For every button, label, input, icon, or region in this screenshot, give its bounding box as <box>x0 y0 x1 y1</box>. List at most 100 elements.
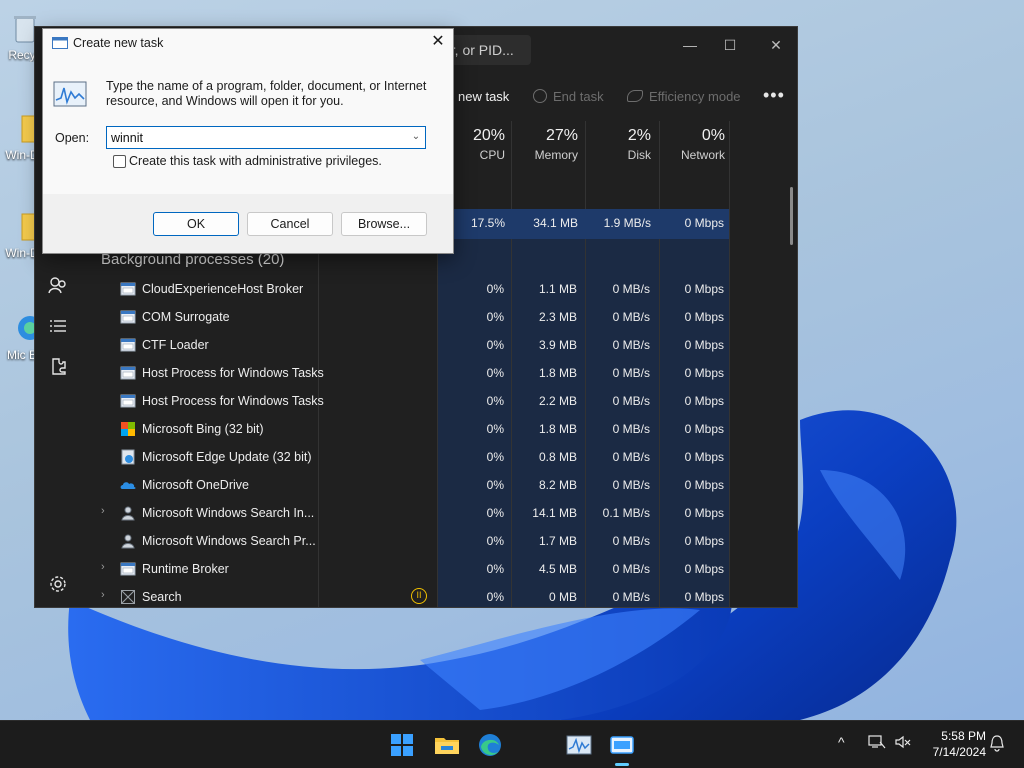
process-name: CTF Loader <box>142 338 209 352</box>
column-header-network[interactable]: 0% Network <box>661 127 725 162</box>
network-value: 0 Mbps <box>684 506 724 520</box>
run-dialog-icon <box>52 37 68 49</box>
leaf-icon <box>627 90 643 102</box>
efficiency-mode-button[interactable]: Efficiency mode <box>627 87 741 107</box>
disk-label: Disk <box>627 148 651 162</box>
active-app-indicator <box>615 763 629 766</box>
memory-value: 1.8 MB <box>538 422 577 436</box>
table-row[interactable]: › Runtime Broker 0% 4.5 MB 0 MB/s 0 Mbps <box>35 555 797 583</box>
maximize-button[interactable]: ☐ <box>715 33 745 57</box>
network-value: 0 Mbps <box>684 394 724 408</box>
network-value: 0 Mbps <box>684 450 724 464</box>
app-window-icon <box>120 393 136 409</box>
memory-value: 14.1 MB <box>532 506 577 520</box>
more-options-button[interactable]: ••• <box>763 85 785 106</box>
windows-start-icon[interactable] <box>386 729 418 761</box>
memory-value: 8.2 MB <box>538 478 577 492</box>
network-percent: 0% <box>701 127 725 144</box>
table-row[interactable]: › Search II 0% 0 MB 0 MB/s 0 Mbps <box>35 583 797 607</box>
network-label: Network <box>680 148 725 162</box>
app-window-icon <box>120 561 136 577</box>
file-explorer-icon[interactable] <box>431 729 463 761</box>
table-row[interactable]: › Microsoft Windows Search In... 0% 14.1 MB… <box>35 499 797 527</box>
show-hidden-icons-chevron[interactable]: ^ <box>838 734 845 750</box>
network-value: 0 Mbps <box>684 562 724 576</box>
search-app-icon <box>120 589 136 605</box>
disk-value: 0 MB/s <box>612 366 650 380</box>
network-value: 0 Mbps <box>684 338 724 352</box>
chevron-right-icon[interactable]: › <box>101 589 105 601</box>
efficiency-mode-label: Efficiency mode <box>649 89 741 104</box>
column-header-disk[interactable]: 2% Disk <box>587 127 651 162</box>
system-clock[interactable]: 5:58 PM 7/14/2024 <box>922 728 986 760</box>
table-row[interactable]: 17.5% 34.1 MB 1.9 MB/s 0 Mbps <box>435 209 797 239</box>
table-row[interactable]: Microsoft Windows Search Pr... 0% 1.7 MB 0 … <box>35 527 797 555</box>
memory-value: 2.3 MB <box>538 310 577 324</box>
disk-value: 0 MB/s <box>612 394 650 408</box>
browse-button[interactable]: Browse... <box>341 212 427 236</box>
cpu-value: 0% <box>486 590 504 604</box>
admin-privileges-checkbox[interactable] <box>113 155 126 168</box>
run-dialog-icon[interactable] <box>606 729 638 761</box>
table-row[interactable]: Microsoft OneDrive 0% 8.2 MB 0 MB/s 0 Mbps <box>35 471 797 499</box>
memory-value: 2.2 MB <box>538 394 577 408</box>
disk-value: 0 MB/s <box>612 450 650 464</box>
open-label: Open: <box>55 131 90 145</box>
network-value: 0 Mbps <box>684 422 724 436</box>
end-task-button[interactable]: End task <box>533 87 604 107</box>
table-row[interactable]: CTF Loader 0% 3.9 MB 0 MB/s 0 Mbps <box>35 331 797 359</box>
vertical-scrollbar[interactable] <box>790 187 793 245</box>
memory-value: 0.8 MB <box>538 450 577 464</box>
network-icon[interactable] <box>868 734 886 753</box>
table-row[interactable]: Microsoft Edge Update (32 bit) 0% 0.8 MB 0 … <box>35 443 797 471</box>
process-name: Runtime Broker <box>142 562 229 576</box>
disk-value: 1.9 MB/s <box>603 216 651 230</box>
dialog-title: Create new task <box>73 36 164 50</box>
process-name: Microsoft Windows Search Pr... <box>142 534 316 548</box>
edge-update-icon <box>120 449 136 465</box>
process-name: CloudExperienceHost Broker <box>142 282 304 296</box>
app-window-icon <box>120 337 136 353</box>
close-button[interactable]: ✕ <box>761 33 791 57</box>
end-task-icon <box>533 89 547 103</box>
disk-value: 0.1 MB/s <box>602 506 650 520</box>
admin-privileges-label[interactable]: Create this task with administrative pri… <box>129 154 382 168</box>
clock-time: 5:58 PM <box>941 729 986 743</box>
ok-button[interactable]: OK <box>153 212 239 236</box>
disk-value: 0 MB/s <box>612 310 650 324</box>
notification-bell-icon[interactable] <box>988 734 1006 755</box>
column-header-memory[interactable]: 27% Memory <box>513 127 578 162</box>
chevron-right-icon[interactable]: › <box>101 561 105 573</box>
table-row[interactable]: CloudExperienceHost Broker 0% 1.1 MB 0 MB/s… <box>35 275 797 303</box>
table-row[interactable]: Microsoft Bing (32 bit) 0% 1.8 MB 0 MB/s 0 M… <box>35 415 797 443</box>
disk-value: 0 MB/s <box>612 422 650 436</box>
minimize-button[interactable]: — <box>675 33 705 57</box>
network-value: 0 Mbps <box>684 478 724 492</box>
chevron-right-icon[interactable]: › <box>101 505 105 517</box>
process-name: Host Process for Windows Tasks <box>142 394 324 408</box>
network-value: 0 Mbps <box>684 534 724 548</box>
cpu-value: 0% <box>486 562 504 576</box>
onedrive-cloud-icon <box>120 477 136 493</box>
task-manager-icon[interactable] <box>563 729 595 761</box>
dialog-description: Type the name of a program, folder, docu… <box>106 79 427 108</box>
close-icon[interactable]: ✕ <box>427 31 449 53</box>
table-row[interactable]: Host Process for Windows Tasks 0% 2.2 MB 0 … <box>35 387 797 415</box>
cancel-button[interactable]: Cancel <box>247 212 333 236</box>
memory-value: 1.1 MB <box>538 282 577 296</box>
table-row[interactable]: COM Surrogate 0% 2.3 MB 0 MB/s 0 Mbps <box>35 303 797 331</box>
table-row[interactable]: Host Process for Windows Tasks 0% 1.8 MB 0 … <box>35 359 797 387</box>
run-new-task-button[interactable]: new task <box>458 87 509 107</box>
cpu-value: 0% <box>486 366 504 380</box>
open-combobox-input[interactable] <box>106 126 426 149</box>
process-name: Search <box>142 590 182 604</box>
volume-muted-icon[interactable] <box>894 734 912 753</box>
chevron-down-icon[interactable]: ⌄ <box>409 129 423 145</box>
app-window-icon <box>120 281 136 297</box>
edge-icon[interactable] <box>474 729 506 761</box>
task-manager-graph-icon <box>53 80 87 108</box>
disk-value: 0 MB/s <box>612 478 650 492</box>
network-value: 0 Mbps <box>684 216 724 230</box>
taskbar: ^ 5:58 PM 7/14/2024 <box>0 720 1024 768</box>
disk-percent: 2% <box>627 127 651 144</box>
